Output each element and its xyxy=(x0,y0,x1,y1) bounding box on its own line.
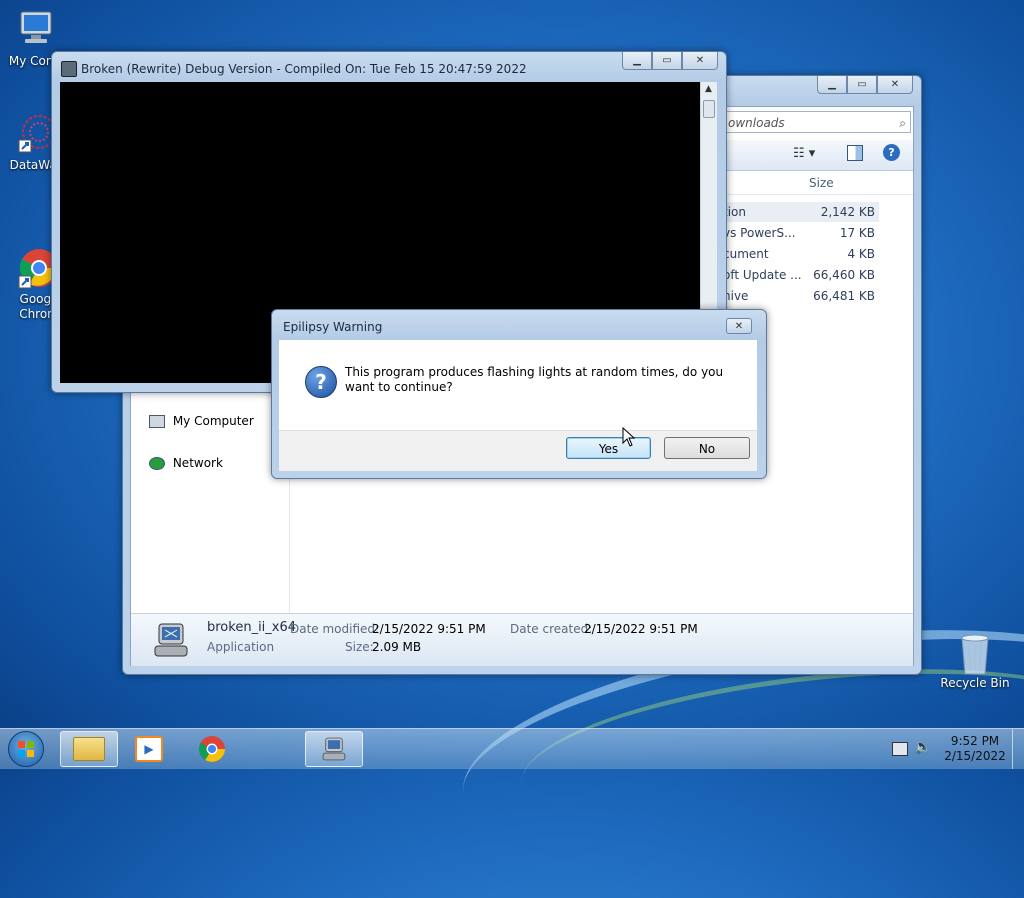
search-input[interactable]: ownloads ⌕ xyxy=(723,111,911,133)
scroll-thumb[interactable] xyxy=(703,100,715,118)
file-size: 17 KB xyxy=(839,226,875,240)
close-button[interactable]: ✕ xyxy=(877,76,913,94)
nav-item-my-computer[interactable]: My Computer xyxy=(149,414,254,428)
taskbar-explorer-button[interactable] xyxy=(60,731,118,767)
clock-date: 2/15/2022 xyxy=(944,749,1006,763)
question-icon: ? xyxy=(305,366,337,398)
taskbar-media-player-button[interactable]: ▶ xyxy=(120,731,178,767)
size-label: Size: xyxy=(345,640,374,654)
close-button[interactable]: ✕ xyxy=(682,52,718,70)
maximize-button[interactable]: ▭ xyxy=(847,76,877,94)
details-pane: broken_ii_x64 Application Date modified:… xyxy=(131,613,913,666)
console-title-buttons: ▁ ▭ ✕ xyxy=(622,52,718,70)
dialog-footer: Yes No xyxy=(279,430,757,471)
scroll-up-icon[interactable]: ▲ xyxy=(705,84,712,94)
date-modified-value: 2/15/2022 9:51 PM xyxy=(372,622,486,636)
file-size: 66,460 KB xyxy=(813,268,875,282)
file-name: oft Update ... xyxy=(723,268,802,282)
file-row[interactable]: vs PowerS... 17 KB xyxy=(723,223,879,243)
preview-pane-icon[interactable] xyxy=(847,145,863,161)
minimize-button[interactable]: ▁ xyxy=(817,76,847,94)
file-size: 4 KB xyxy=(847,247,875,261)
show-desktop-button[interactable] xyxy=(1012,729,1024,769)
file-row[interactable]: oft Update ... 66,460 KB xyxy=(723,265,879,285)
computer-icon xyxy=(15,8,59,52)
explorer-title-buttons: ▁ ▭ ✕ xyxy=(817,76,913,94)
file-name: cument xyxy=(723,247,769,261)
search-icon[interactable]: ⌕ xyxy=(899,112,906,134)
date-modified-label: Date modified: xyxy=(290,622,380,636)
file-row[interactable]: hive 66,481 KB xyxy=(723,286,879,306)
nav-item-network[interactable]: Network xyxy=(149,456,223,470)
windows-logo-icon xyxy=(18,741,34,757)
dialog-title: Epilipsy Warning xyxy=(283,320,383,334)
minimize-button[interactable]: ▁ xyxy=(622,52,652,70)
volume-icon[interactable]: 🔈 xyxy=(914,739,931,755)
folder-icon xyxy=(73,737,105,761)
application-icon xyxy=(149,618,193,665)
desktop-icon-label: Googl Chron xyxy=(19,292,55,321)
file-size: 2,142 KB xyxy=(820,205,875,219)
help-icon[interactable]: ? xyxy=(883,144,900,161)
network-tray-icon[interactable] xyxy=(892,742,908,756)
search-placeholder: ownloads xyxy=(728,116,785,130)
column-header-size[interactable]: Size xyxy=(809,176,834,190)
desktop-icon-label: Recycle Bin xyxy=(940,676,1010,690)
date-created-value: 2/15/2022 9:51 PM xyxy=(584,622,698,636)
views-icon[interactable]: ☷ ▾ xyxy=(793,146,815,161)
network-icon xyxy=(149,457,165,470)
recycle-bin-icon xyxy=(953,630,997,675)
console-app-icon xyxy=(61,61,77,77)
taskbar-chrome-button[interactable] xyxy=(183,731,241,767)
close-button[interactable]: ✕ xyxy=(726,318,752,334)
file-row[interactable]: tion 2,142 KB xyxy=(723,202,879,222)
no-button[interactable]: No xyxy=(664,437,750,459)
computer-icon xyxy=(149,415,165,428)
dialog-body: ? This program produces flashing lights … xyxy=(279,340,757,430)
file-row[interactable]: cument 4 KB xyxy=(723,244,879,264)
yes-button[interactable]: Yes xyxy=(566,437,651,459)
clock-time: 9:52 PM xyxy=(950,734,1000,748)
nav-item-label: Network xyxy=(172,456,223,470)
maximize-button[interactable]: ▭ xyxy=(652,52,682,70)
chrome-icon xyxy=(198,736,225,762)
taskbar: ▶ 🔈 9:52 PM 2/15/2022 xyxy=(0,728,1024,769)
date-created-label: Date created: xyxy=(510,622,593,636)
epilepsy-warning-dialog[interactable]: Epilipsy Warning ✕ ? This program produc… xyxy=(271,309,767,479)
console-title: Broken (Rewrite) Debug Version - Compile… xyxy=(81,62,527,76)
file-size: 66,481 KB xyxy=(813,289,875,303)
dialog-message: This program produces flashing lights at… xyxy=(345,365,724,394)
application-icon xyxy=(322,737,346,761)
mouse-cursor-icon xyxy=(622,426,636,450)
media-player-icon: ▶ xyxy=(135,736,163,762)
navigation-pane: My Computer Network xyxy=(131,396,290,618)
nav-item-label: My Computer xyxy=(172,414,254,428)
clock[interactable]: 9:52 PM 2/15/2022 xyxy=(940,734,1010,764)
desktop-icon-recycle-bin[interactable]: Recycle Bin xyxy=(938,630,1012,691)
start-button[interactable] xyxy=(8,731,44,767)
details-file-name: broken_ii_x64 xyxy=(207,620,297,635)
details-file-type: Application xyxy=(207,640,275,654)
size-value: 2.09 MB xyxy=(372,640,422,654)
file-name: vs PowerS... xyxy=(723,226,796,240)
taskbar-broken-app-button[interactable] xyxy=(305,731,363,767)
